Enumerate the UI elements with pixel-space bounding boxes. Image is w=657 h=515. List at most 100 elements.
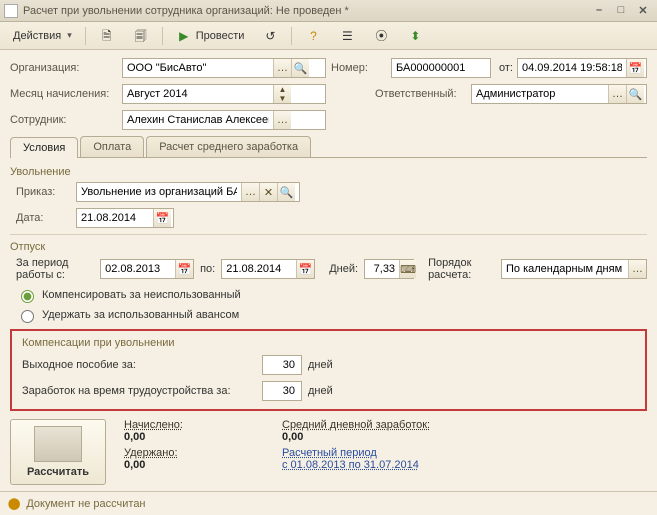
dismiss-date-field[interactable]: 📅 xyxy=(76,208,174,228)
org-field[interactable]: … 🔍 xyxy=(122,58,326,78)
employee-field[interactable]: … xyxy=(122,110,326,130)
compensation-box: Компенсации при увольнении Выходное посо… xyxy=(10,329,647,411)
accrued-block: Начислено: 0,00 Удержано: 0,00 xyxy=(124,419,264,471)
search-button[interactable]: 🔍 xyxy=(626,85,644,103)
period-label: Расчетный период xyxy=(282,447,377,459)
struct-icon: ⬍ xyxy=(407,28,423,44)
doc-copy-icon: 🗐 xyxy=(133,28,149,44)
period-from-label: За период работы с: xyxy=(16,257,94,281)
toolbar-separator xyxy=(85,27,86,45)
employee-input[interactable] xyxy=(123,111,273,129)
doc-new-icon: 🗎 xyxy=(99,28,115,44)
search-button[interactable]: 🔍 xyxy=(291,59,309,77)
help-button[interactable]: ? xyxy=(298,25,328,47)
post-label: Провести xyxy=(196,30,245,42)
save-icon-button[interactable]: 🗎 xyxy=(92,25,122,47)
org-input[interactable] xyxy=(123,59,273,77)
struct-button[interactable]: ⬍ xyxy=(400,25,430,47)
maximize-button[interactable]: □ xyxy=(613,4,629,17)
calc-icon[interactable]: ⌨ xyxy=(399,260,416,278)
tab-average[interactable]: Расчет среднего заработка xyxy=(146,136,311,157)
list-icon: ☰ xyxy=(339,28,355,44)
days-suffix: дней xyxy=(308,385,333,397)
toolbar: Действия ▾ 🗎 🗐 ▶ Провести ↺ ? ☰ ⦿ ⬍ xyxy=(0,22,657,50)
clear-button[interactable]: ✕ xyxy=(259,183,277,201)
tree-view-button[interactable]: ⦿ xyxy=(366,25,396,47)
severance-label: Выходное пособие за: xyxy=(22,359,262,371)
tab-payment[interactable]: Оплата xyxy=(80,136,144,157)
dismissal-title: Увольнение xyxy=(10,166,647,178)
month-spin-up[interactable]: ▲▼ xyxy=(273,85,291,103)
chevron-down-icon: ▾ xyxy=(65,30,72,41)
withheld-label: Удержано: xyxy=(124,447,264,459)
number-label: Номер: xyxy=(331,62,391,74)
earnings-input[interactable] xyxy=(263,382,299,400)
toolbar-separator xyxy=(291,27,292,45)
responsible-input[interactable] xyxy=(472,85,608,103)
order-input[interactable] xyxy=(77,183,241,201)
order-field[interactable]: … ✕ 🔍 xyxy=(76,182,300,202)
period-value: с 01.08.2013 по 31.07.2014 xyxy=(282,459,419,471)
tabs: Условия Оплата Расчет среднего заработка xyxy=(10,136,647,158)
calculate-label: Рассчитать xyxy=(19,466,97,478)
period-from-field[interactable]: 📅 xyxy=(100,259,194,279)
doc-date-input[interactable] xyxy=(518,59,626,77)
tab-conditions[interactable]: Условия xyxy=(10,137,78,158)
doc-date-field[interactable]: 📅 xyxy=(517,58,647,78)
period-to-label: по: xyxy=(200,263,215,275)
earnings-field[interactable] xyxy=(262,381,302,401)
period-to-field[interactable]: 📅 xyxy=(221,259,315,279)
list-view-button[interactable]: ☰ xyxy=(332,25,362,47)
period-to-input[interactable] xyxy=(222,260,296,278)
help-icon: ? xyxy=(305,28,321,44)
calendar-button[interactable]: 📅 xyxy=(296,260,314,278)
month-input[interactable] xyxy=(123,85,273,103)
form-area: Организация: … 🔍 Номер: от: 📅 Месяц начи… xyxy=(0,50,657,491)
select-button[interactable]: … xyxy=(273,59,291,77)
tool-refresh-button[interactable]: ↺ xyxy=(255,25,285,47)
vacation-title: Отпуск xyxy=(10,241,647,253)
minimize-button[interactable]: – xyxy=(591,4,607,17)
tree-icon: ⦿ xyxy=(373,28,389,44)
days-field[interactable]: ⌨ xyxy=(364,259,414,279)
actions-label: Действия xyxy=(13,30,61,42)
refresh-icon: ↺ xyxy=(262,28,278,44)
number-input[interactable] xyxy=(392,59,488,77)
select-button[interactable]: … xyxy=(273,111,291,129)
days-input[interactable] xyxy=(365,260,399,278)
select-button[interactable]: … xyxy=(241,183,259,201)
dropdown-button[interactable]: … xyxy=(628,260,646,278)
copy-icon-button[interactable]: 🗐 xyxy=(126,25,156,47)
close-button[interactable]: ✕ xyxy=(635,4,651,17)
window-title: Расчет при увольнении сотрудника организ… xyxy=(23,5,591,17)
search-button[interactable]: 🔍 xyxy=(277,183,295,201)
accrued-value: 0,00 xyxy=(124,431,264,443)
calculator-icon xyxy=(34,426,82,462)
period-from-input[interactable] xyxy=(101,260,175,278)
status-message: Документ не рассчитан xyxy=(26,498,145,510)
responsible-field[interactable]: … 🔍 xyxy=(471,84,647,104)
select-button[interactable]: … xyxy=(608,85,626,103)
order-label: Приказ: xyxy=(16,186,76,198)
calc-order-field[interactable]: … xyxy=(501,259,647,279)
number-field[interactable] xyxy=(391,58,491,78)
calc-period-link[interactable]: Расчетный период с 01.08.2013 по 31.07.2… xyxy=(282,447,430,471)
calendar-button[interactable]: 📅 xyxy=(175,260,193,278)
calculate-button[interactable]: Рассчитать xyxy=(10,419,106,485)
calc-order-input[interactable] xyxy=(502,260,628,278)
responsible-label: Ответственный: xyxy=(375,88,471,100)
severance-input[interactable] xyxy=(263,356,299,374)
calc-order-label: Порядок расчета: xyxy=(428,257,495,281)
severance-field[interactable] xyxy=(262,355,302,375)
actions-menu[interactable]: Действия ▾ xyxy=(6,27,79,45)
calendar-button[interactable]: 📅 xyxy=(153,209,171,227)
month-field[interactable]: ▲▼ xyxy=(122,84,326,104)
calendar-button[interactable]: 📅 xyxy=(626,59,644,77)
radio-withhold[interactable] xyxy=(21,310,34,323)
avg-block: Средний дневной заработок: 0,00 Расчетны… xyxy=(282,419,430,471)
post-button[interactable]: ▶ Провести xyxy=(169,25,252,47)
org-label: Организация: xyxy=(10,62,122,74)
dismiss-date-input[interactable] xyxy=(77,209,153,227)
radio-compensate[interactable] xyxy=(21,290,34,303)
toolbar-separator xyxy=(162,27,163,45)
